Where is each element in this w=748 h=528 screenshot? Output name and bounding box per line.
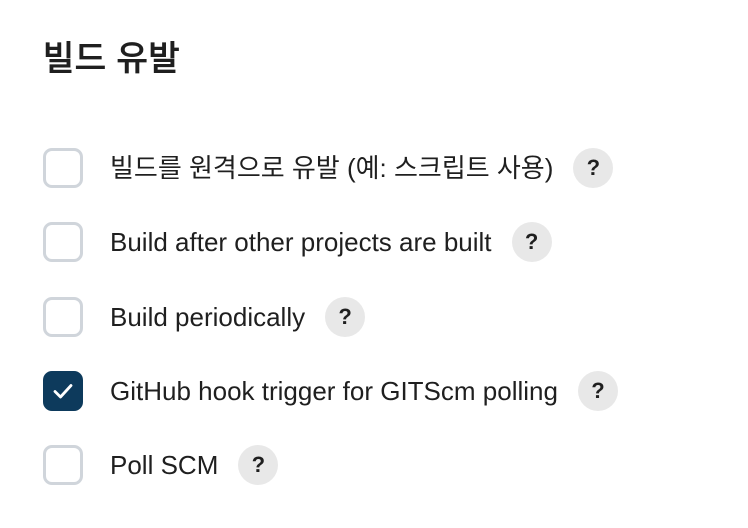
- github-hook-trigger-checkbox[interactable]: [43, 371, 83, 411]
- build-periodically-label[interactable]: Build periodically: [110, 300, 305, 334]
- build-periodically-checkbox[interactable]: [43, 297, 83, 337]
- option-build-periodically: Build periodically ?: [43, 295, 366, 339]
- option-build-after-other-projects: Build after other projects are built ?: [43, 220, 552, 264]
- section-title: 빌드 유발: [43, 40, 181, 78]
- trigger-remotely-help-button[interactable]: ?: [573, 148, 614, 188]
- option-github-hook-trigger: GitHub hook trigger for GITScm polling ?: [43, 369, 618, 413]
- build-periodically-help-button[interactable]: ?: [325, 297, 366, 337]
- question-mark-icon: ?: [586, 155, 601, 180]
- build-triggers-section: 빌드 유발 빌드를 원격으로 유발 (예: 스크립트 사용) ? Build a…: [0, 0, 748, 528]
- poll-scm-checkbox[interactable]: [43, 445, 83, 485]
- trigger-remotely-label[interactable]: 빌드를 원격으로 유발 (예: 스크립트 사용): [110, 151, 553, 185]
- build-after-other-projects-label[interactable]: Build after other projects are built: [110, 225, 492, 259]
- option-poll-scm: Poll SCM ?: [43, 443, 279, 487]
- github-hook-trigger-help-button[interactable]: ?: [577, 371, 618, 411]
- question-mark-icon: ?: [524, 229, 539, 254]
- option-trigger-remotely: 빌드를 원격으로 유발 (예: 스크립트 사용) ?: [43, 146, 614, 190]
- build-after-other-projects-checkbox[interactable]: [43, 222, 83, 262]
- question-mark-icon: ?: [591, 378, 605, 403]
- build-after-other-projects-help-button[interactable]: ?: [511, 222, 552, 262]
- question-mark-icon: ?: [338, 304, 352, 329]
- check-icon: [53, 384, 73, 399]
- poll-scm-label[interactable]: Poll SCM: [110, 448, 218, 482]
- github-hook-trigger-label[interactable]: GitHub hook trigger for GITScm polling: [110, 374, 558, 408]
- trigger-remotely-checkbox[interactable]: [43, 148, 83, 188]
- question-mark-icon: ?: [251, 452, 266, 477]
- poll-scm-help-button[interactable]: ?: [238, 445, 279, 485]
